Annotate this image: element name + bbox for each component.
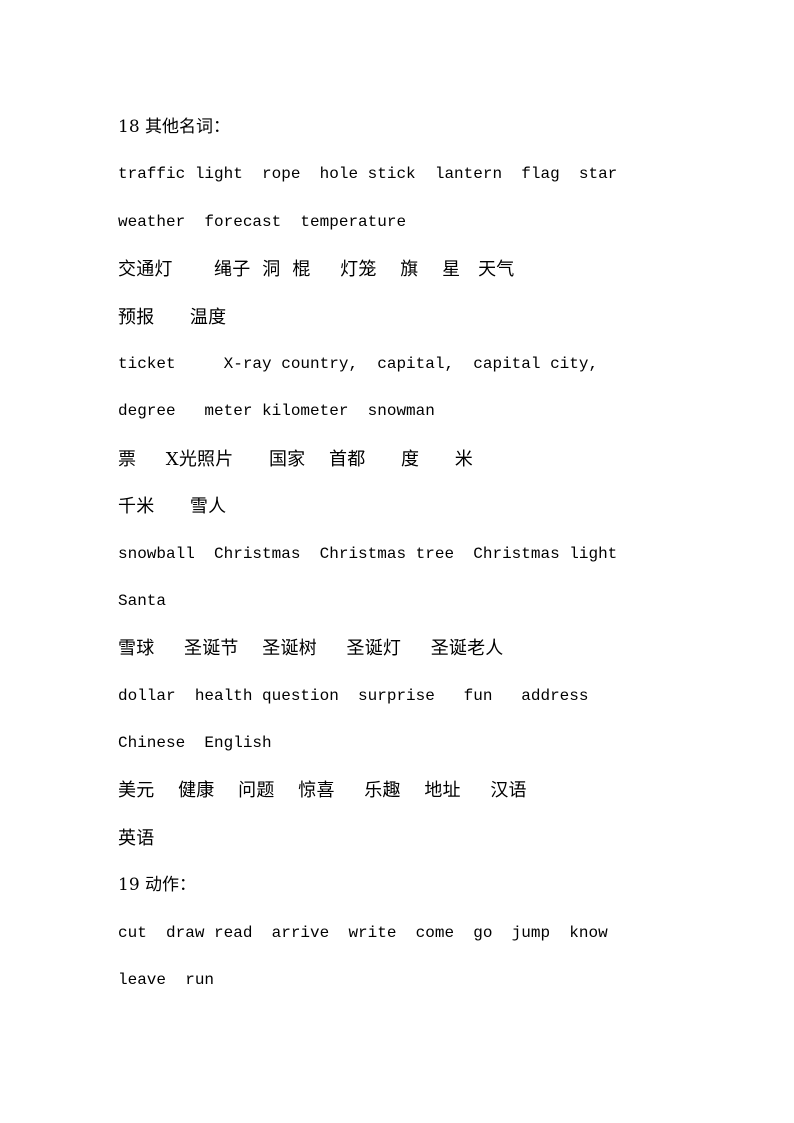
section-heading-18: 18 其他名词：	[118, 117, 231, 137]
section-heading-19: 19 动作：	[118, 875, 197, 896]
vocabulary-line: leave run	[118, 971, 215, 990]
translation-line: 交通灯 绳子 洞 棍 灯笼 旗 星 天气	[118, 259, 515, 281]
vocabulary-line: Chinese English	[118, 734, 272, 753]
vocabulary-line: traffic light rope hole stick lantern fl…	[118, 165, 618, 184]
vocabulary-line: degree meter kilometer snowman	[118, 402, 435, 421]
document-body: 18 其他名词： traffic light rope hole stick l…	[118, 104, 678, 1004]
vocabulary-line: ticket X-ray country, capital, capital c…	[118, 354, 599, 373]
vocabulary-line: weather forecast temperature	[118, 212, 407, 231]
vocabulary-line: Santa	[118, 591, 167, 610]
vocabulary-line: dollar health question surprise fun addr…	[118, 686, 589, 705]
translation-line: 雪球 圣诞节 圣诞树 圣诞灯 圣诞老人	[118, 638, 504, 660]
translation-line: 千米 雪人	[118, 496, 227, 518]
vocabulary-line: cut draw read arrive write come go jump …	[118, 923, 608, 942]
translation-line: 预报 温度	[118, 306, 227, 328]
vocabulary-line: snowball Christmas Christmas tree Christ…	[118, 544, 618, 563]
translation-line: 英语	[118, 827, 155, 849]
document-page: 18 其他名词： traffic light rope hole stick l…	[0, 0, 794, 1123]
translation-line: 票 X光照片 国家 首都 度 米	[118, 448, 473, 470]
translation-line: 美元 健康 问题 惊喜 乐趣 地址 汉语	[118, 780, 527, 802]
